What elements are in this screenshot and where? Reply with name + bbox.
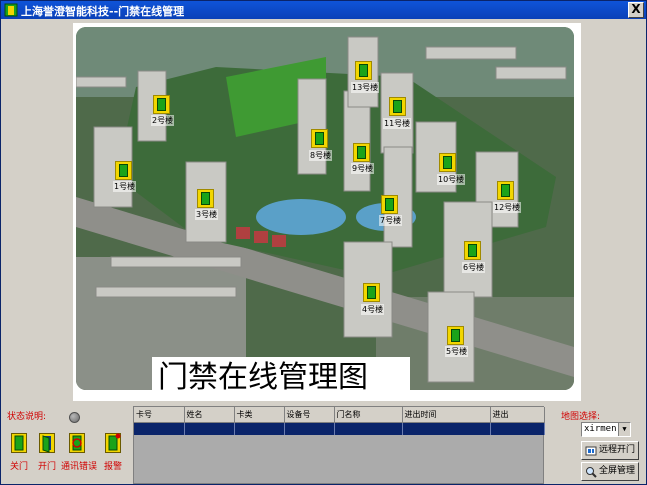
legend-comm-error: 通讯错误 bbox=[61, 433, 98, 483]
alarm-icon bbox=[105, 433, 121, 453]
door-closed-icon bbox=[367, 286, 376, 299]
building-3-label: 3号楼 bbox=[195, 209, 219, 220]
building-1-door-marker[interactable] bbox=[115, 161, 132, 180]
map-select-dropdown[interactable]: xirmen ▼ bbox=[581, 422, 631, 437]
building-13-label: 13号楼 bbox=[351, 82, 380, 93]
remote-open-door-button[interactable]: 远程开门 bbox=[581, 441, 639, 460]
building-10-label: 10号楼 bbox=[437, 174, 466, 185]
building-8-label: 8号楼 bbox=[309, 150, 333, 161]
legend-door-open: 开门 bbox=[31, 433, 63, 483]
door-closed-icon bbox=[357, 146, 366, 159]
building-13-door-marker[interactable] bbox=[355, 61, 372, 80]
column-header-device-no[interactable]: 设备号 bbox=[284, 407, 335, 423]
legend-alarm: 报警 bbox=[97, 433, 129, 483]
building-5-door-marker[interactable] bbox=[447, 326, 464, 345]
table-cell[interactable] bbox=[402, 422, 491, 435]
comm-error-icon bbox=[69, 433, 85, 453]
building-11-door-marker[interactable] bbox=[389, 97, 406, 116]
column-header-door-name[interactable]: 门名称 bbox=[334, 407, 403, 423]
legend-label: 通讯错误 bbox=[61, 462, 98, 472]
door-closed-icon bbox=[385, 198, 394, 211]
door-closed-icon bbox=[157, 98, 166, 111]
building-9-door-marker[interactable] bbox=[353, 143, 370, 162]
table-row-selected[interactable] bbox=[134, 422, 545, 435]
building-2-door-marker[interactable] bbox=[153, 95, 170, 114]
table-cell[interactable] bbox=[284, 422, 335, 435]
close-button[interactable]: X bbox=[628, 2, 644, 18]
fullscreen-manage-button[interactable]: 全屏管理 bbox=[581, 462, 639, 481]
window-title: 上海誉澄智能科技--门禁在线管理 bbox=[21, 5, 185, 18]
column-header-entry-time[interactable]: 进出时间 bbox=[402, 407, 491, 423]
main-window: 上海誉澄智能科技--门禁在线管理 X 1号楼 2号楼 3号楼 4号楼 5号楼 6… bbox=[0, 0, 647, 485]
building-7-label: 7号楼 bbox=[379, 215, 403, 226]
door-closed-icon bbox=[119, 164, 128, 177]
map-select-panel: 地图选择: xirmen ▼ 远程开门 全屏管理 bbox=[557, 405, 647, 485]
site-map-panel: 1号楼 2号楼 3号楼 4号楼 5号楼 6号楼 7号楼 8号楼 9号楼 10号楼… bbox=[73, 23, 581, 401]
status-legend-title: 状态说明: bbox=[7, 412, 47, 422]
building-6-door-marker[interactable] bbox=[464, 241, 481, 260]
door-closed-icon bbox=[315, 132, 324, 145]
map-select-value: xirmen bbox=[584, 424, 617, 434]
column-header-direction[interactable]: 进出 bbox=[490, 407, 545, 423]
door-closed-icon bbox=[451, 329, 460, 342]
table-cell[interactable] bbox=[334, 422, 403, 435]
column-header-card-no[interactable]: 卡号 bbox=[134, 407, 185, 423]
table-cell[interactable] bbox=[490, 422, 545, 435]
door-closed-icon bbox=[443, 156, 452, 169]
building-6-label: 6号楼 bbox=[462, 262, 486, 273]
door-closed-icon bbox=[393, 100, 402, 113]
app-icon bbox=[4, 3, 18, 17]
building-12-door-marker[interactable] bbox=[497, 181, 514, 200]
grid-header-row: 卡号 姓名 卡类 设备号 门名称 进出时间 进出 bbox=[134, 407, 545, 423]
fullscreen-manage-label: 全屏管理 bbox=[599, 466, 636, 476]
building-4-door-marker[interactable] bbox=[363, 283, 380, 302]
building-4-label: 4号楼 bbox=[361, 304, 385, 315]
building-8-door-marker[interactable] bbox=[311, 129, 328, 148]
door-closed-icon bbox=[359, 64, 368, 77]
column-header-card-type[interactable]: 卡类 bbox=[234, 407, 285, 423]
status-legend-panel: 状态说明: 关门 开门 通讯错误 报警 bbox=[3, 405, 131, 485]
legend-label: 开门 bbox=[37, 462, 56, 472]
building-5-label: 5号楼 bbox=[445, 346, 469, 357]
building-3-door-marker[interactable] bbox=[197, 189, 214, 208]
building-9-label: 9号楼 bbox=[351, 163, 375, 174]
table-cell[interactable] bbox=[234, 422, 285, 435]
table-cell[interactable] bbox=[184, 422, 235, 435]
legend-label: 报警 bbox=[103, 462, 122, 472]
door-open-icon bbox=[39, 433, 55, 453]
map-caption: 门禁在线管理图 bbox=[152, 357, 410, 399]
building-10-door-marker[interactable] bbox=[439, 153, 456, 172]
door-closed-icon bbox=[501, 184, 510, 197]
map-select-label: 地图选择: bbox=[561, 412, 601, 422]
building-11-label: 11号楼 bbox=[383, 118, 412, 129]
table-cell[interactable] bbox=[134, 422, 185, 435]
access-log-grid[interactable]: 卡号 姓名 卡类 设备号 门名称 进出时间 进出 bbox=[133, 406, 545, 484]
key-icon bbox=[585, 446, 597, 456]
door-closed-icon bbox=[201, 192, 210, 205]
door-closed-icon bbox=[468, 244, 477, 257]
building-1-label: 1号楼 bbox=[113, 181, 137, 192]
door-closed-icon bbox=[11, 433, 27, 453]
status-indicator-led bbox=[69, 412, 80, 423]
chevron-down-icon[interactable]: ▼ bbox=[618, 423, 630, 436]
building-12-label: 12号楼 bbox=[493, 202, 522, 213]
building-2-label: 2号楼 bbox=[151, 115, 175, 126]
column-header-name[interactable]: 姓名 bbox=[184, 407, 235, 423]
title-bar: 上海誉澄智能科技--门禁在线管理 X bbox=[1, 1, 646, 19]
magnifier-icon bbox=[586, 467, 597, 478]
building-7-door-marker[interactable] bbox=[381, 195, 398, 214]
remote-open-door-label: 远程开门 bbox=[599, 445, 636, 455]
